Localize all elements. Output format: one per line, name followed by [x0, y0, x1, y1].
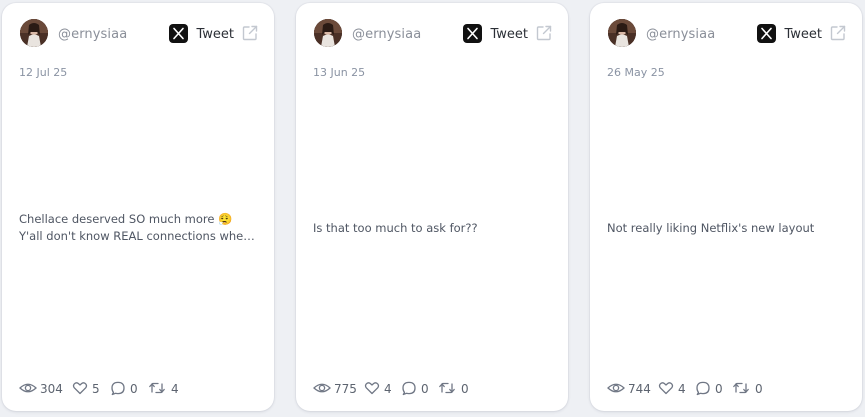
tweet-text-line: Not really liking Netflix's new layout: [607, 221, 815, 235]
avatar[interactable]: [608, 19, 636, 47]
comment-icon: [402, 381, 416, 396]
avatar[interactable]: [314, 19, 342, 47]
retweets-count: 4: [171, 382, 179, 396]
views-count: 304: [40, 382, 63, 396]
replies-count: 0: [715, 382, 723, 396]
external-link-icon[interactable]: [829, 24, 847, 42]
retweet-icon: [439, 382, 455, 394]
eye-icon: [607, 383, 625, 393]
tweet-text-line: Is that too much to ask for??: [313, 221, 478, 235]
replies-count: 0: [130, 382, 138, 396]
tweet-text: Is that too much to ask for??: [313, 220, 550, 237]
tweet-date: 26 May 25: [607, 66, 665, 79]
external-link-icon[interactable]: [241, 24, 259, 42]
heart-icon: [658, 382, 674, 395]
tweet-date: 12 Jul 25: [19, 66, 68, 79]
eye-icon: [19, 383, 37, 393]
x-logo-icon: [757, 24, 776, 43]
comment-icon: [696, 381, 710, 396]
tweet-date: 13 Jun 25: [313, 66, 366, 79]
views-count: 744: [628, 382, 651, 396]
tweet-text: Chellace deserved SO much more 😮‍💨 Y'all…: [19, 211, 256, 245]
likes-count: 4: [678, 382, 686, 396]
x-logo-icon: [463, 24, 482, 43]
replies-count: 0: [421, 382, 429, 396]
tweet-link[interactable]: Tweet: [490, 27, 528, 42]
likes-count: 4: [384, 382, 392, 396]
retweet-icon: [149, 382, 165, 394]
tweet-link[interactable]: Tweet: [784, 27, 822, 42]
retweets-count: 0: [755, 382, 763, 396]
avatar[interactable]: [20, 19, 48, 47]
card-header: @ernysiaa Tweet: [20, 19, 258, 49]
x-logo-icon: [169, 24, 188, 43]
retweets-count: 0: [461, 382, 469, 396]
comment-icon: [111, 381, 125, 396]
card-header: @ernysiaa Tweet: [314, 19, 552, 49]
heart-icon: [72, 382, 88, 395]
external-link-icon[interactable]: [535, 24, 553, 42]
tweet-card[interactable]: @ernysiaa Tweet 12 Jul 25 Chellace deser…: [2, 3, 274, 411]
username[interactable]: @ernysiaa: [58, 27, 127, 42]
username[interactable]: @ernysiaa: [352, 27, 421, 42]
retweet-icon: [733, 382, 749, 394]
tweet-text-line: Chellace deserved SO much more 😮‍💨: [19, 212, 233, 226]
tweet-card[interactable]: @ernysiaa Tweet 13 Jun 25 Is that too mu…: [296, 3, 568, 411]
tweet-card[interactable]: @ernysiaa Tweet 26 May 25 Not really lik…: [590, 3, 862, 411]
likes-count: 5: [92, 382, 100, 396]
card-header: @ernysiaa Tweet: [608, 19, 846, 49]
heart-icon: [364, 382, 380, 395]
eye-icon: [313, 383, 331, 393]
username[interactable]: @ernysiaa: [646, 27, 715, 42]
tweet-text: Not really liking Netflix's new layout: [607, 220, 844, 237]
tweet-text-line: Y'all don't know REAL connections when..…: [19, 229, 256, 243]
views-count: 775: [334, 382, 357, 396]
tweet-link[interactable]: Tweet: [196, 27, 234, 42]
